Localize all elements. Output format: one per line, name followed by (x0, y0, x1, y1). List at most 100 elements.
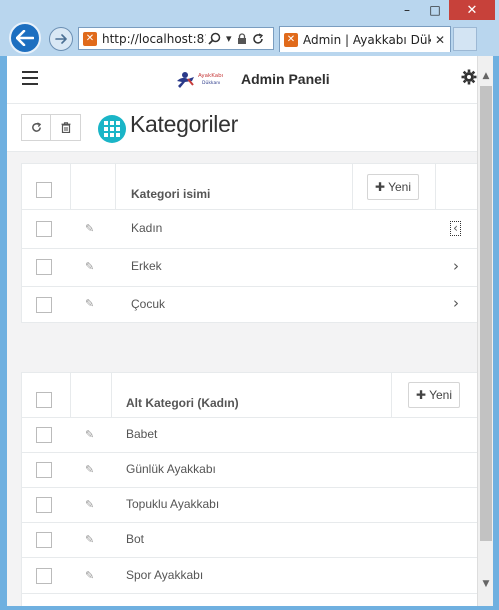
table-row[interactable]: ✎ Kadın ‹ (22, 210, 477, 249)
row-checkbox[interactable] (36, 497, 52, 513)
edit-icon[interactable]: ✎ (85, 498, 97, 511)
tab-favicon-icon: ✕ (284, 32, 298, 47)
table-row[interactable]: ✎ Babet (22, 418, 477, 453)
new-category-label: Yeni (388, 180, 411, 194)
arrow-right-icon (55, 34, 67, 44)
magnifier-icon[interactable] (208, 32, 221, 45)
column-divider (70, 373, 71, 418)
categories-table: Kategori isimi ✚ Yeni ✎ Kadın ‹ ✎ Erkek ›… (21, 163, 477, 323)
table-row[interactable]: ✎ Erkek › (22, 249, 477, 287)
page-title: Kategoriler (130, 111, 238, 137)
tab-title[interactable]: Admin | Ayakkabı Dük... (303, 33, 431, 47)
edit-icon[interactable]: ✎ (85, 533, 97, 546)
top-navbar: AyakKabı Dükkanı Admin Paneli (7, 56, 477, 104)
new-subcategory-button[interactable]: ✚ Yeni (408, 382, 460, 408)
minimize-button[interactable]: – (393, 0, 421, 20)
new-tab-button[interactable] (453, 27, 477, 51)
grid-apps-icon (98, 115, 126, 143)
scroll-up-arrow-icon[interactable]: ▲ (478, 68, 494, 84)
table-header-row: Kategori isimi ✚ Yeni (22, 164, 477, 210)
new-subcategory-label: Yeni (429, 388, 452, 402)
category-name: Erkek (131, 259, 162, 273)
table-header-row: Alt Kategori (Kadın) ✚ Yeni (22, 373, 477, 418)
edit-icon[interactable]: ✎ (85, 463, 97, 476)
category-name: Çocuk (131, 297, 166, 311)
page-viewport: AyakKabı Dükkanı Admin Paneli Kategorile… (7, 56, 477, 606)
select-all-checkbox[interactable] (36, 392, 52, 408)
select-all-checkbox[interactable] (36, 182, 52, 198)
category-name: Kadın (131, 221, 163, 235)
menu-hamburger-icon[interactable] (22, 71, 38, 85)
tab-close-icon[interactable]: ✕ (435, 33, 445, 47)
brand-title[interactable]: Admin Paneli (241, 71, 330, 87)
subcategory-name: Günlük Ayakkabı (126, 462, 216, 476)
edit-icon[interactable]: ✎ (85, 428, 97, 441)
edit-icon[interactable]: ✎ (85, 222, 97, 235)
window-controls: – □ ✕ (393, 0, 495, 20)
row-checkbox[interactable] (36, 462, 52, 478)
edit-icon[interactable]: ✎ (85, 297, 97, 310)
row-checkbox[interactable] (36, 532, 52, 548)
page-toolbar: Kategoriler (7, 104, 477, 152)
maximize-button[interactable]: □ (421, 0, 449, 20)
scroll-down-arrow-icon[interactable]: ▼ (478, 576, 494, 592)
table-row[interactable]: ✎ Spor Ayakkabı (22, 558, 477, 594)
column-divider (391, 373, 392, 418)
gear-icon[interactable] (461, 69, 477, 85)
column-divider (70, 164, 71, 210)
svg-text:AyakKabı: AyakKabı (198, 73, 224, 79)
row-checkbox[interactable] (36, 221, 52, 237)
row-checkbox[interactable] (36, 568, 52, 584)
vertical-scrollbar[interactable]: ▲ ▼ (477, 56, 493, 606)
arrow-left-icon (16, 30, 34, 46)
url-text[interactable]: http://localhost:81/ (102, 32, 206, 46)
column-divider (352, 164, 353, 210)
table-row[interactable]: ✎ Bot (22, 523, 477, 558)
browser-chrome: – □ ✕ ✕ http://localhost:81/ ▾ ✕ Admin |… (0, 0, 499, 56)
chevron-right-icon[interactable]: › (453, 257, 459, 275)
delete-button[interactable] (51, 114, 81, 141)
subcategory-name: Babet (126, 427, 158, 441)
row-checkbox[interactable] (36, 427, 52, 443)
chevron-left-icon[interactable]: ‹ (450, 221, 461, 236)
column-divider (115, 164, 116, 210)
subcategory-name: Spor Ayakkabı (126, 568, 204, 582)
trash-icon (61, 122, 70, 133)
refresh-icon (31, 122, 41, 132)
table-row[interactable]: ✎ Günlük Ayakkabı (22, 453, 477, 488)
plus-icon: ✚ (375, 180, 386, 194)
subcategory-name: Topuklu Ayakkabı (126, 497, 220, 511)
dropdown-arrow-icon[interactable]: ▾ (226, 32, 232, 45)
edit-icon[interactable]: ✎ (85, 260, 97, 273)
column-divider (111, 373, 112, 418)
refresh-icon[interactable] (252, 32, 264, 45)
new-category-button[interactable]: ✚ Yeni (367, 174, 419, 200)
window-left-border (0, 56, 7, 610)
refresh-button[interactable] (21, 114, 51, 141)
table-row[interactable]: ✎ Topuklu Ayakkabı (22, 488, 477, 523)
subcategories-table: Alt Kategori (Kadın) ✚ Yeni ✎ Babet ✎ Gün… (21, 372, 477, 606)
row-checkbox[interactable] (36, 259, 52, 275)
scrollbar-thumb[interactable] (480, 86, 492, 541)
forward-button[interactable] (49, 27, 73, 51)
row-checkbox[interactable] (36, 297, 52, 313)
shop-logo[interactable]: AyakKabı Dükkanı (172, 67, 224, 91)
address-bar[interactable]: ✕ http://localhost:81/ ▾ (78, 27, 274, 50)
chevron-right-icon[interactable]: › (453, 294, 459, 312)
action-button-group (21, 114, 81, 141)
svg-text:Dükkanı: Dükkanı (202, 80, 220, 86)
site-favicon-icon: ✕ (83, 31, 97, 46)
window-bottom-border (0, 606, 499, 610)
window-right-border (493, 56, 499, 610)
column-header-category-name[interactable]: Kategori isimi (131, 187, 210, 201)
close-window-button[interactable]: ✕ (449, 0, 495, 20)
back-button[interactable] (9, 22, 41, 54)
column-header-subcategory-name[interactable]: Alt Kategori (Kadın) (126, 396, 239, 410)
subcategory-name: Bot (126, 532, 145, 546)
plus-icon: ✚ (416, 388, 427, 402)
column-divider (435, 164, 436, 210)
edit-icon[interactable]: ✎ (85, 569, 97, 582)
table-row[interactable]: ✎ Çocuk › (22, 287, 477, 324)
browser-tab[interactable]: ✕ Admin | Ayakkabı Dük... ✕ (279, 26, 451, 52)
lock-icon (237, 32, 246, 44)
